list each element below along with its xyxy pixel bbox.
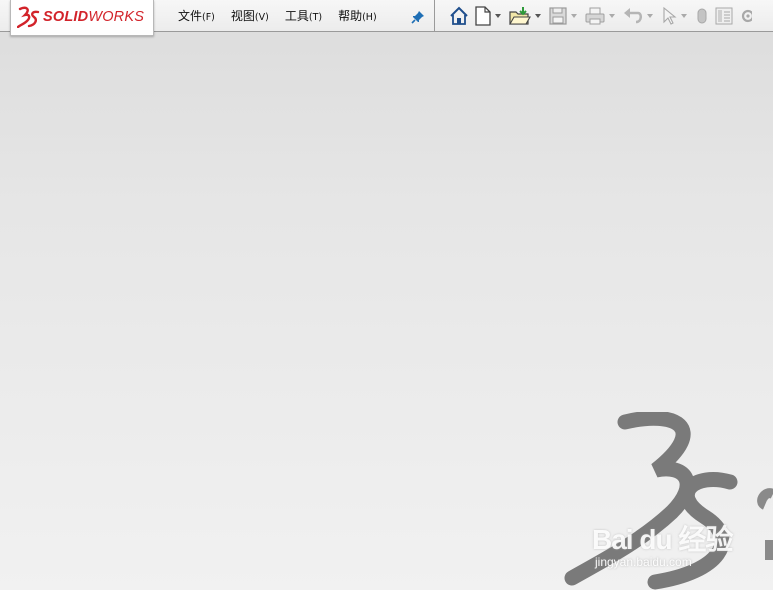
baidu-jingyan-watermark: Bai du 经验 [592,524,733,555]
baidu-jingyan-url: jingyan.baidu.com [595,555,692,569]
save-dropdown-caret[interactable] [571,14,577,18]
menu-help-label: 帮助 [338,8,363,23]
home-icon [450,6,468,25]
standard-toolbar [448,4,756,28]
print-icon [585,7,605,25]
menu-file-label: 文件 [178,8,203,23]
ds-logo-icon [17,6,40,28]
brand-name: SOLIDWORKS [43,9,144,25]
open-folder-icon [509,7,531,25]
menu-help-accel: (H) [362,11,377,23]
new-document-button[interactable] [474,5,504,27]
menu-tools-accel: (T) [308,11,323,23]
options-button[interactable] [714,5,734,27]
save-button[interactable] [548,5,580,27]
gear-icon [741,9,752,23]
print-button[interactable] [584,5,618,27]
undo-button[interactable] [622,5,656,27]
panel-divider [434,0,435,31]
select-button[interactable] [660,5,690,27]
brand-suffix: WORKS [88,9,145,25]
rebuild-icon [697,8,707,24]
menu-file-accel: (F) [202,11,215,23]
undo-icon [624,8,642,24]
pin-icon[interactable] [410,9,426,25]
options-icon [715,7,733,25]
new-document-icon [475,6,491,26]
menu-view-label: 视图 [230,8,255,23]
print-dropdown-caret[interactable] [609,14,615,18]
solidworks-logo[interactable]: SOLIDWORKS [10,0,154,36]
save-icon [549,7,567,25]
new-dropdown-caret[interactable] [495,14,501,18]
undo-dropdown-caret[interactable] [647,14,653,18]
menu-help[interactable]: 帮助(H) [330,5,385,27]
home-button[interactable] [448,5,470,27]
menu-file[interactable]: 文件(F) [170,5,223,27]
settings-button[interactable] [738,5,752,27]
menu-view-accel: (V) [254,11,269,23]
brand-prefix: SOLID [43,9,89,25]
menu-tools-label: 工具 [284,8,309,23]
open-dropdown-caret[interactable] [535,14,541,18]
menu-view[interactable]: 视图(V) [223,5,277,27]
rebuild-button[interactable] [694,5,710,27]
open-button[interactable] [508,5,544,27]
main-menu: 文件(F) 视图(V) 工具(T) 帮助(H) [170,0,385,31]
title-toolbar-bar: SOLIDWORKS 文件(F) 视图(V) 工具(T) 帮助(H) [0,0,773,36]
menu-tools[interactable]: 工具(T) [277,5,330,27]
select-cursor-icon [663,6,677,25]
select-dropdown-caret[interactable] [681,14,687,18]
